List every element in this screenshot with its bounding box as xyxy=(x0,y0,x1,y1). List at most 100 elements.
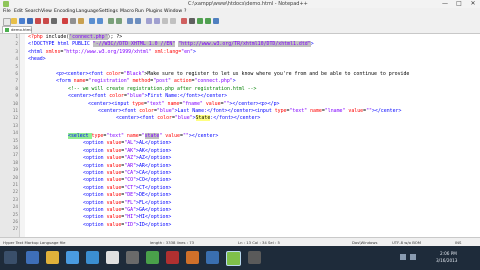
menu-search[interactable]: Search xyxy=(25,8,41,16)
stop-macro-icon[interactable] xyxy=(189,18,195,24)
code-line-11: <center><font color="blue">Last Name:</f… xyxy=(98,108,402,114)
option-line: <option value="HI">HI</option> xyxy=(83,214,172,221)
zoom-out-icon[interactable] xyxy=(135,18,141,24)
option-line: <option value="CA">CA</option> xyxy=(83,170,172,176)
open-file-icon[interactable] xyxy=(11,18,17,24)
taskbar: 2:06 PM 3/16/2013 xyxy=(0,246,480,270)
new-file-icon[interactable] xyxy=(3,18,11,26)
cursor-position-label: Ln : 13 Col : 34 Sel : 5 xyxy=(238,240,280,245)
status-bar: Hyper Text Markup Language file length :… xyxy=(0,237,480,246)
line-number-gutter: 1 2 3 4 5 6 7 8 9 10 11 12 13 14 15 16 1… xyxy=(0,34,20,237)
option-line: <option value="ID">ID</option> xyxy=(83,221,172,228)
option-line: <option value="AZ">AZ</option> xyxy=(83,155,172,162)
line-number: 19 xyxy=(12,168,18,174)
tab-demo-html[interactable]: demo.html xyxy=(2,26,32,33)
notepadpp-icon xyxy=(3,1,9,7)
option-line: <option value="CO">CO</option> xyxy=(83,177,172,184)
menu-file[interactable]: File xyxy=(3,8,11,16)
line-number: 10 xyxy=(12,101,18,107)
menu-view[interactable]: View xyxy=(41,8,52,16)
print-icon[interactable] xyxy=(51,18,57,24)
option-line: <option value="AL">AL</option> xyxy=(83,140,172,147)
line-number: 7 xyxy=(15,79,18,85)
show-all-chars-icon[interactable] xyxy=(162,18,168,24)
line-number: 23 xyxy=(12,197,18,203)
line-number: 16 xyxy=(12,146,18,151)
line-number: 26 xyxy=(12,220,18,225)
option-line: <option value="DE">DE</option> xyxy=(83,192,172,199)
word-wrap-icon[interactable] xyxy=(154,18,160,24)
menu-edit[interactable]: Edit xyxy=(14,8,23,16)
code-line-1: <?php include('connect.php'); ?> xyxy=(28,34,123,40)
code-line-8: <!-- we will create registration.php aft… xyxy=(68,85,257,92)
save-macro-icon[interactable] xyxy=(213,18,219,24)
option-line: <option value="CT">CT</option> xyxy=(83,184,172,191)
line-number: 17 xyxy=(12,153,18,159)
copy-icon[interactable] xyxy=(70,18,76,24)
line-number: 22 xyxy=(12,190,18,196)
menu-encoding[interactable]: Encoding xyxy=(54,8,75,16)
line-number: 5 xyxy=(15,64,18,70)
find-icon[interactable] xyxy=(108,18,114,24)
zoom-in-icon[interactable] xyxy=(127,18,133,24)
clock-time[interactable]: 2:06 PM xyxy=(440,251,457,256)
network-icon[interactable] xyxy=(400,254,406,260)
code-line-6: <p><center><font color="Black">Make sure… xyxy=(56,71,410,77)
line-number: 14 xyxy=(12,131,18,137)
line-number: 20 xyxy=(12,175,18,181)
play-macro-icon[interactable] xyxy=(197,18,203,24)
length-lines-label: length : 3338 lines : 73 xyxy=(150,240,195,245)
menu-window[interactable]: Window xyxy=(164,8,182,16)
eol-format-label[interactable]: Dos\Windows xyxy=(352,239,377,246)
cut-icon[interactable] xyxy=(62,18,68,24)
menu-language[interactable]: Language xyxy=(76,8,99,16)
line-number: 8 xyxy=(15,86,18,92)
line-number: 1 xyxy=(15,35,18,40)
encoding-label[interactable]: UTF-8 w/o BOM xyxy=(392,239,421,246)
menu-bar: File Edit Search View Encoding Language … xyxy=(0,8,480,16)
line-number: 9 xyxy=(15,94,18,100)
window-title: C:\xampp\www\htdocs\demo.html - Notepad+… xyxy=(188,1,308,7)
option-line: <option value="FL">FL</option> xyxy=(83,199,172,206)
code-line-2: <!DOCTYPE html PUBLIC "-//W3C//DTD XHTML… xyxy=(28,41,314,48)
code-line-3: <html xmlns="http://www.w3.org/1999/xhtm… xyxy=(28,48,196,55)
system-tray: 2:06 PM 3/16/2013 xyxy=(0,246,480,270)
line-number: 15 xyxy=(12,138,18,144)
file-type-label: Hyper Text Markup Language file xyxy=(3,240,66,245)
clock-date[interactable]: 3/16/2013 xyxy=(436,258,457,263)
replace-icon[interactable] xyxy=(116,18,122,24)
menu-help[interactable]: ? xyxy=(184,8,186,16)
paste-icon[interactable] xyxy=(78,18,84,24)
close-button[interactable]: ✕ xyxy=(466,0,480,8)
record-macro-icon[interactable] xyxy=(181,18,187,24)
save-all-icon[interactable] xyxy=(27,18,33,24)
menu-run[interactable]: Run xyxy=(135,8,144,16)
redo-icon[interactable] xyxy=(97,18,103,24)
menu-plugins[interactable]: Plugins xyxy=(146,8,162,16)
close-file-icon[interactable] xyxy=(35,18,41,24)
code-line-4: <head> xyxy=(28,56,46,63)
maximize-button[interactable]: □ xyxy=(452,0,466,8)
code-line-7: <form name="registration" method="post" … xyxy=(56,78,236,85)
save-icon[interactable] xyxy=(19,18,25,24)
title-bar: C:\xampp\www\htdocs\demo.html - Notepad+… xyxy=(0,0,480,8)
run-macro-multiple-icon[interactable] xyxy=(205,18,211,24)
tab-label: demo.html xyxy=(11,27,32,32)
line-number: 27 xyxy=(12,227,18,233)
volume-icon[interactable] xyxy=(410,254,416,260)
line-number: 11 xyxy=(12,109,18,114)
sync-scroll-icon[interactable] xyxy=(146,18,152,24)
code-editor[interactable]: <?php include('connect.php'); ?> <!DOCTY… xyxy=(25,34,480,237)
close-all-icon[interactable] xyxy=(43,18,49,24)
line-number: 21 xyxy=(12,183,18,188)
menu-settings[interactable]: Settings xyxy=(99,8,118,16)
line-number: 13 xyxy=(12,123,18,129)
line-number: 2 xyxy=(15,42,18,48)
line-number: 3 xyxy=(15,49,18,55)
menu-macro[interactable]: Macro xyxy=(120,8,134,16)
undo-icon[interactable] xyxy=(89,18,95,24)
minimize-button[interactable]: — xyxy=(438,0,452,8)
indent-guide-icon[interactable] xyxy=(170,18,176,24)
option-line: <option value="GA">GA</option> xyxy=(83,207,172,213)
tab-bar xyxy=(0,26,480,34)
